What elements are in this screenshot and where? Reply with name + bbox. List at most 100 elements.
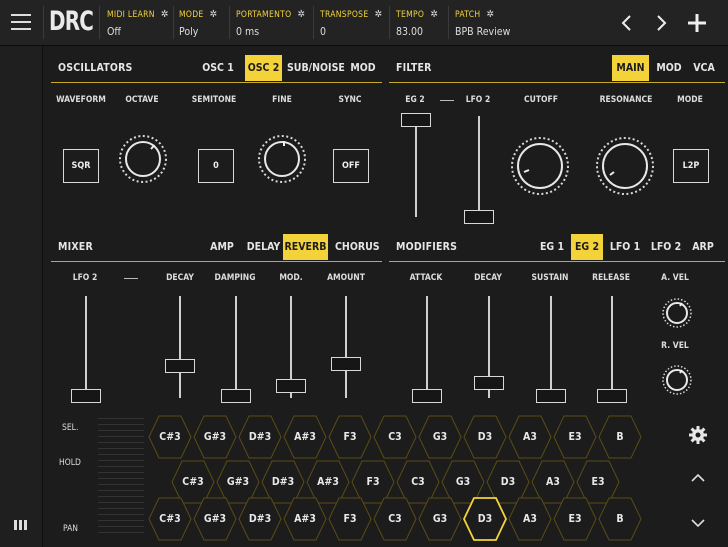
damping-thumb[interactable] bbox=[221, 389, 251, 403]
tab-chorus[interactable]: CHORUS bbox=[335, 234, 380, 260]
chevron-right-icon[interactable] bbox=[654, 14, 668, 32]
r-vel-knob[interactable] bbox=[661, 364, 693, 400]
release-thumb[interactable] bbox=[597, 389, 627, 403]
pan-label: PAN bbox=[63, 524, 79, 534]
tab-arp[interactable]: ARP bbox=[689, 234, 717, 260]
tab-filter-main[interactable]: MAIN bbox=[612, 55, 649, 81]
mixer-lfo2-label: LFO 2 bbox=[72, 273, 98, 283]
tab-lfo-1[interactable]: LFO 1 bbox=[609, 234, 641, 260]
sustain-thumb[interactable] bbox=[536, 389, 566, 403]
attack-label: ATTACK bbox=[409, 273, 443, 283]
waveform-label: WAVEFORM bbox=[56, 95, 106, 105]
gear-icon[interactable]: ✲ bbox=[374, 9, 382, 20]
portamento-param[interactable]: PORTAMENTO ✲ 0 ms bbox=[236, 9, 305, 38]
resonance-label: RESONANCE bbox=[599, 95, 653, 105]
app-window: DRC MIDI LEARN ✲ Off MODE ✲ Poly PORTAMENT… bbox=[0, 0, 728, 547]
resonance-knob[interactable] bbox=[595, 136, 655, 200]
tab-osc-1[interactable]: OSC 1 bbox=[201, 55, 235, 81]
gear-icon[interactable]: ✲ bbox=[486, 9, 494, 20]
reverb-decay-label: DECAY bbox=[166, 273, 194, 283]
gear-icon[interactable]: ✲ bbox=[161, 9, 169, 20]
a-vel-label: A. VEL bbox=[661, 273, 689, 283]
mode-param[interactable]: MODE ✲ Poly bbox=[179, 9, 217, 38]
plus-icon[interactable] bbox=[687, 13, 707, 33]
gear-icon[interactable]: ✲ bbox=[430, 9, 438, 20]
mixer-lfo2-slider[interactable] bbox=[85, 296, 87, 398]
chevron-left-icon[interactable] bbox=[620, 14, 634, 32]
tab-amp[interactable]: AMP bbox=[205, 234, 239, 260]
chevron-up-icon[interactable] bbox=[691, 473, 705, 483]
tab-reverb[interactable]: REVERB bbox=[283, 234, 328, 260]
filter-mode-selector[interactable]: L2P bbox=[673, 149, 709, 183]
hex-key-label: G#3 bbox=[203, 431, 227, 443]
cutoff-knob[interactable] bbox=[510, 136, 570, 200]
tab-lfo-2[interactable]: LFO 2 bbox=[649, 234, 683, 260]
modifiers-title: MODIFIERS bbox=[396, 241, 458, 253]
octave-knob[interactable] bbox=[118, 134, 168, 188]
hex-key-label: D3 bbox=[477, 431, 493, 443]
chevron-down-icon[interactable] bbox=[691, 518, 705, 528]
sustain-slider[interactable] bbox=[550, 296, 552, 398]
keyboard-view-icon[interactable] bbox=[14, 520, 28, 530]
menu-icon[interactable] bbox=[8, 10, 34, 34]
sel-label: SEL. bbox=[62, 423, 79, 433]
filter-eg2-slider[interactable] bbox=[415, 116, 417, 217]
settings-gear-icon[interactable] bbox=[688, 425, 708, 445]
filter-mode-label: MODE bbox=[677, 95, 703, 105]
midi-learn-param[interactable]: MIDI LEARN ✲ Off bbox=[107, 9, 169, 38]
reverb-decay-slider[interactable] bbox=[179, 296, 181, 398]
reverb-decay-thumb[interactable] bbox=[165, 359, 195, 373]
hex-key-label: D3 bbox=[477, 513, 493, 525]
attack-slider[interactable] bbox=[426, 296, 428, 398]
transpose-param[interactable]: TRANSPOSE ✲ 0 bbox=[320, 9, 382, 38]
semitone-label: SEMITONE bbox=[191, 95, 237, 105]
gear-icon[interactable]: ✲ bbox=[297, 9, 305, 20]
amount-label: AMOUNT bbox=[327, 273, 365, 283]
fine-label: FINE bbox=[272, 95, 292, 105]
eg-decay-thumb[interactable] bbox=[474, 376, 504, 390]
tab-osc-2[interactable]: OSC 2 bbox=[245, 55, 282, 81]
filter-lfo2-thumb[interactable] bbox=[464, 210, 494, 224]
tab-sub-noise[interactable]: SUB/NOISE bbox=[287, 55, 345, 81]
filter-eg2-thumb[interactable] bbox=[401, 113, 431, 127]
hex-key-label: C3 bbox=[388, 431, 402, 443]
hex-key-label: G#3 bbox=[203, 513, 227, 525]
patch-param[interactable]: PATCH ✲ BPB Review bbox=[455, 9, 510, 38]
sync-toggle[interactable]: OFF bbox=[333, 149, 369, 183]
release-slider[interactable] bbox=[611, 296, 613, 398]
tab-osc-mod[interactable]: MOD bbox=[348, 55, 378, 81]
amount-slider[interactable] bbox=[345, 296, 347, 398]
tab-eg-2[interactable]: EG 2 bbox=[571, 234, 603, 260]
fine-knob[interactable] bbox=[257, 134, 307, 188]
filter-lfo2-slider[interactable] bbox=[478, 116, 480, 217]
hex-key-label: B bbox=[616, 431, 624, 443]
hex-key-label: A#3 bbox=[294, 431, 316, 443]
hex-key-label: E3 bbox=[568, 513, 582, 525]
mixer-lfo2-thumb[interactable] bbox=[71, 389, 101, 403]
tab-filter-mod[interactable]: MOD bbox=[654, 55, 684, 81]
reverb-mod-thumb[interactable] bbox=[276, 379, 306, 393]
tempo-param[interactable]: TEMPO ✲ 83.00 bbox=[396, 9, 438, 38]
attack-thumb[interactable] bbox=[412, 389, 442, 403]
r-vel-label: R. VEL bbox=[661, 341, 689, 351]
eg2-label: EG 2 bbox=[405, 95, 425, 105]
hex-key-label: G3 bbox=[432, 513, 448, 525]
hex-key-label: B bbox=[616, 513, 624, 525]
hex-key-label: D#3 bbox=[248, 513, 272, 525]
hex-key-label: G3 bbox=[432, 431, 448, 443]
release-label: RELEASE bbox=[592, 273, 630, 283]
hex-key-label: C3 bbox=[388, 513, 402, 525]
tab-eg-1[interactable]: EG 1 bbox=[537, 234, 567, 260]
hex-key-label: F3 bbox=[343, 431, 357, 443]
a-vel-knob[interactable] bbox=[661, 297, 693, 333]
amount-thumb[interactable] bbox=[331, 357, 361, 371]
tab-delay[interactable]: DELAY bbox=[245, 234, 282, 260]
damping-slider[interactable] bbox=[235, 296, 237, 398]
tab-filter-vca[interactable]: VCA bbox=[690, 55, 718, 81]
sustain-label: SUSTAIN bbox=[531, 273, 569, 283]
pan-slider-area[interactable] bbox=[98, 418, 144, 538]
gear-icon[interactable]: ✲ bbox=[210, 9, 218, 20]
semitone-value[interactable]: 0 bbox=[198, 149, 234, 183]
reverb-mod-label: MOD. bbox=[279, 273, 303, 283]
waveform-selector[interactable]: SQR bbox=[63, 149, 99, 183]
